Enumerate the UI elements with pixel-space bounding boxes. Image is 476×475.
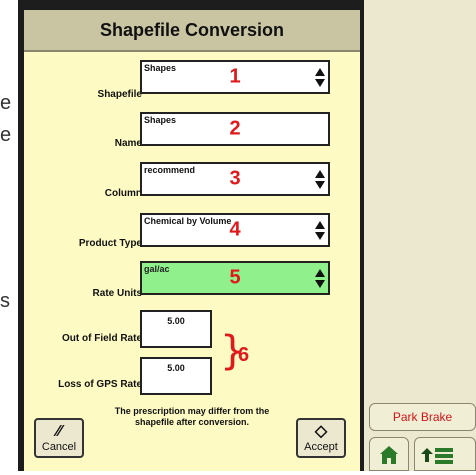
column-value: recommend	[144, 165, 196, 175]
shapefile-label: Shapefile	[97, 89, 142, 100]
shapefile-dropdown[interactable]: Shapes 1	[140, 60, 330, 94]
loss-of-gps-rate-label: Loss of GPS Rate	[58, 379, 142, 390]
cancel-button[interactable]: ⁄⁄ Cancel	[34, 418, 84, 458]
marker-6: 6	[238, 344, 250, 366]
stray-letter: s	[0, 290, 10, 312]
dialog-body: Shapefile Conversion Shapefile Shapes 1 …	[24, 10, 360, 471]
home-button[interactable]	[369, 437, 409, 471]
updown-arrows-icon[interactable]	[315, 170, 325, 190]
accept-button[interactable]: ◇ Accept	[296, 418, 346, 458]
marker-4: 4	[229, 218, 241, 241]
column-dropdown[interactable]: recommend 3	[140, 162, 330, 196]
stray-letter: e	[0, 92, 12, 114]
shapefile-value: Shapes	[144, 63, 177, 73]
product-type-dropdown[interactable]: Chemical by Volume 4	[140, 213, 330, 247]
dialog-frame: Shapefile Conversion Shapefile Shapes 1 …	[18, 0, 364, 471]
product-type-value: Chemical by Volume	[144, 216, 232, 226]
column-label: Column	[104, 188, 142, 199]
dialog-title: Shapefile Conversion	[24, 10, 360, 52]
marker-3: 3	[229, 167, 241, 190]
out-of-field-rate-value: 5.00	[167, 316, 185, 326]
marker-1: 1	[229, 65, 241, 88]
conversion-note: The prescription may differ from the sha…	[114, 406, 270, 427]
check-diamond-icon: ◇	[314, 423, 328, 440]
marker-2: 2	[229, 117, 241, 140]
loss-of-gps-rate-value: 5.00	[167, 363, 185, 373]
out-of-field-rate-label: Out of Field Rate	[62, 333, 142, 344]
menu-button[interactable]	[414, 437, 476, 471]
percent-slash-icon: ⁄⁄	[56, 423, 62, 440]
background-area	[364, 0, 476, 471]
updown-arrows-icon[interactable]	[315, 221, 325, 241]
home-icon	[380, 446, 398, 464]
name-input[interactable]: Shapes 2	[140, 112, 330, 146]
updown-arrows-icon[interactable]	[315, 269, 325, 289]
out-of-field-rate-input[interactable]: 5.00	[140, 310, 212, 348]
updown-arrows-icon[interactable]	[315, 68, 325, 88]
rate-units-label: Rate Units	[92, 288, 142, 299]
park-brake-button[interactable]: Park Brake	[369, 403, 476, 431]
cancel-label: Cancel	[41, 441, 77, 453]
rate-units-dropdown[interactable]: gal/ac 5	[140, 261, 330, 295]
menu-up-icon	[421, 448, 453, 464]
accept-label: Accept	[304, 441, 338, 453]
name-label: Name	[114, 138, 142, 149]
rate-units-value: gal/ac	[144, 264, 170, 274]
loss-of-gps-rate-input[interactable]: 5.00	[140, 357, 212, 395]
marker-5: 5	[229, 266, 241, 289]
stray-letter: e	[0, 124, 12, 146]
product-type-label: Product Type	[78, 238, 142, 249]
name-value: Shapes	[144, 115, 177, 125]
